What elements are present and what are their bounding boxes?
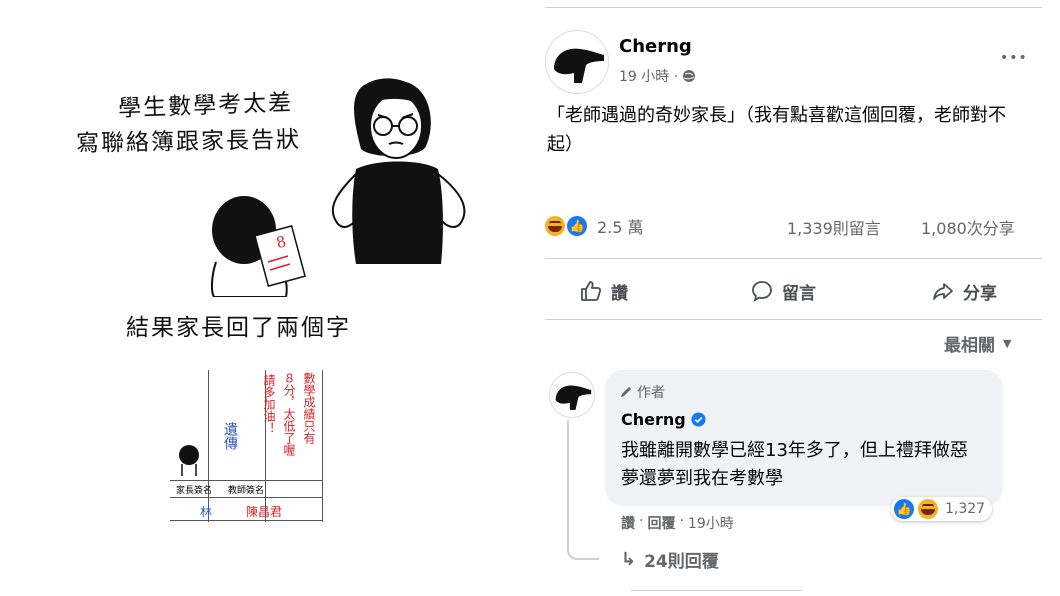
contact-book: 請多加油！ ８分，太低了喔 數學成績只有 遺傳 家長簽名 教師簽名 林 陳昌君 bbox=[170, 370, 328, 522]
comment-reply-link[interactable]: 回覆 bbox=[647, 513, 675, 533]
teacher-note-col1: 請多加油！ bbox=[262, 374, 276, 434]
share-label: 分享 bbox=[963, 283, 997, 304]
reaction-summary[interactable]: 👍 2.5 萬 bbox=[545, 214, 644, 238]
post-timestamp[interactable]: 19 小時 · bbox=[619, 66, 696, 86]
comment-text: 我雖離開數學已經13年多了，但上禮拜做惡夢還夢到我在考數學 bbox=[621, 440, 968, 489]
comment-like-reaction-icon: 👍 bbox=[894, 499, 914, 519]
comment-count[interactable]: 1,339則留言 bbox=[787, 215, 881, 239]
author-badge-label: 作者 bbox=[637, 385, 665, 401]
post-more-button[interactable]: ••• bbox=[1000, 50, 1028, 66]
post-panel: Cherng 19 小時 · ••• 「老師遇過的奇妙家長」（我有點喜歡這個回覆… bbox=[545, 0, 1042, 596]
parent-note: 遺傳 bbox=[222, 422, 238, 450]
sort-arrow-icon: ▼ bbox=[1003, 337, 1012, 350]
commenter-avatar[interactable] bbox=[549, 372, 595, 418]
top-divider bbox=[545, 7, 1042, 8]
comic-caption-3: 結果家長回了兩個字 bbox=[126, 315, 351, 341]
actions-bottom-divider bbox=[545, 319, 1042, 320]
post-image[interactable]: 學生數學考太差 寫聯絡簿跟家長告狀 8 結果家長回了兩個字 請多加油！ ８分，太… bbox=[0, 0, 530, 596]
comment-like-link[interactable]: 讚 bbox=[621, 513, 635, 533]
share-button[interactable]: 分享 bbox=[931, 276, 997, 306]
teacher-signature: 陳昌君 bbox=[246, 505, 283, 519]
label-parent-signature: 家長簽名 bbox=[176, 486, 213, 496]
comment-reaction-count: 1,327 bbox=[945, 501, 986, 517]
like-button[interactable]: 讚 bbox=[579, 276, 628, 306]
comment-icon bbox=[752, 281, 772, 302]
reaction-count: 2.5 萬 bbox=[597, 218, 644, 237]
comic-caption-1: 學生數學考太差 bbox=[117, 89, 294, 123]
actions-top-divider bbox=[545, 258, 1042, 259]
author-avatar[interactable] bbox=[545, 30, 609, 94]
sort-label: 最相關 bbox=[944, 336, 995, 356]
parent-signature: 林 bbox=[200, 505, 213, 519]
pen-icon bbox=[621, 387, 631, 397]
comment-separator-1: · bbox=[639, 513, 644, 529]
like-label: 讚 bbox=[611, 283, 628, 304]
comment-label: 留言 bbox=[782, 283, 816, 304]
comment-time[interactable]: 19小時 bbox=[688, 513, 734, 533]
student-illustration: 8 bbox=[210, 196, 307, 297]
teacher-note-col3: 數學成績只有 bbox=[302, 372, 316, 444]
teacher-note-col2: ８分，太低了喔 bbox=[282, 372, 296, 456]
comic-caption-2: 寫聯絡簿跟家長告狀 bbox=[75, 127, 302, 157]
verified-badge-icon bbox=[691, 412, 706, 427]
label-teacher-signature: 教師簽名 bbox=[228, 486, 265, 496]
mini-student-icon bbox=[179, 445, 199, 476]
view-replies-button[interactable]: ↳ 24則回覆 bbox=[621, 547, 719, 572]
share-count[interactable]: 1,080次分享 bbox=[921, 215, 1015, 239]
comment-reactions[interactable]: 👍 1,327 bbox=[891, 497, 993, 521]
post-time-text: 19 小時 · bbox=[619, 69, 679, 85]
comment-author-name: Cherng bbox=[621, 410, 686, 429]
share-icon bbox=[933, 283, 953, 300]
reply-arrow-icon: ↳ bbox=[621, 549, 637, 570]
thread-line bbox=[567, 420, 599, 560]
comment-sort-dropdown[interactable]: 最相關 ▼ bbox=[944, 331, 1011, 356]
bottom-divider bbox=[631, 590, 802, 591]
comment-haha-reaction-icon bbox=[918, 499, 938, 519]
post-text: 「老師遇過的奇妙家長」（我有點喜歡這個回覆，老師對不起） bbox=[547, 105, 1006, 155]
teacher-illustration bbox=[331, 78, 466, 264]
author-badge: 作者 bbox=[619, 382, 665, 402]
comment-bubble: 作者 Cherng 我雖離開數學已經13年多了，但上禮拜做惡夢還夢到我在考數學 bbox=[605, 370, 1003, 506]
comment-button[interactable]: 留言 bbox=[750, 276, 816, 306]
thumbs-up-icon bbox=[581, 281, 602, 301]
like-reaction-icon: 👍 bbox=[567, 216, 587, 236]
globe-icon bbox=[683, 70, 696, 82]
haha-reaction-icon bbox=[545, 216, 565, 236]
replies-count: 24則回覆 bbox=[644, 552, 719, 572]
comment-actions: 讚 · 回覆 · 19小時 bbox=[621, 513, 734, 533]
post-author-name[interactable]: Cherng bbox=[619, 36, 692, 57]
comment-author[interactable]: Cherng bbox=[621, 410, 706, 429]
comment-separator-2: · bbox=[679, 513, 684, 529]
